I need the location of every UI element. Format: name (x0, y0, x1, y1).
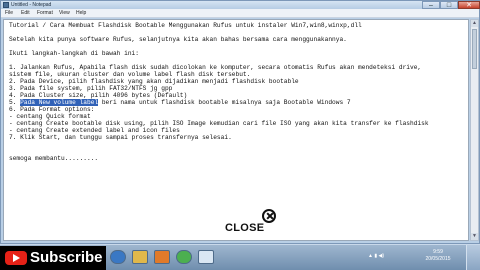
youtube-play-icon[interactable] (5, 251, 27, 265)
text-line: sistem file, ukuran cluster dan volume l… (9, 71, 251, 78)
text-line: 6. Pada Format options: (9, 106, 95, 113)
notepad-app-icon (3, 2, 9, 8)
menu-help[interactable]: Help (76, 9, 86, 18)
subscribe-label[interactable]: Subscribe (30, 249, 103, 267)
text-line-highlighted: 5. Pada New volume label beri nama untuk… (9, 99, 351, 106)
scroll-down-icon[interactable]: ▼ (471, 233, 478, 240)
minimize-button[interactable]: – (422, 1, 440, 9)
menu-edit[interactable]: Edit (21, 9, 30, 18)
window-title: Untitled - Notepad (11, 2, 52, 8)
clock[interactable]: 9:59 20/05/2015 (418, 249, 458, 263)
text-line: 4. Pada Cluster size, pilih 4096 bytes (… (9, 92, 188, 99)
text-line: - centang Create extended label and icon… (9, 127, 180, 134)
line-prefix: 5. (9, 99, 21, 106)
scroll-up-icon[interactable]: ▲ (471, 20, 478, 27)
close-icon[interactable] (262, 209, 276, 223)
menu-view[interactable]: View (59, 9, 70, 18)
media-player-icon[interactable] (154, 250, 170, 264)
title-bar[interactable]: Untitled - Notepad – □ ✕ (1, 1, 480, 9)
text-line: Tutorial / Cara Membuat Flashdisk Bootab… (9, 22, 362, 29)
close-overlay-label[interactable]: CLOSE (225, 222, 264, 234)
maximize-button[interactable]: □ (440, 1, 458, 9)
vertical-scrollbar[interactable]: ▲ ▼ (470, 19, 479, 241)
text-editor[interactable]: Tutorial / Cara Membuat Flashdisk Bootab… (3, 19, 469, 241)
line-suffix: beri nama untuk flashdisk bootable misal… (98, 99, 351, 106)
start-orb-icon[interactable] (110, 250, 126, 264)
text-selection: Pada New volume label (20, 99, 99, 106)
text-line: 2. Pada Device, pilih flashdisk yang aka… (9, 78, 299, 85)
notepad-icon[interactable] (198, 250, 214, 264)
menu-format[interactable]: Format (37, 9, 53, 18)
scroll-thumb[interactable] (472, 29, 477, 69)
text-line: semoga membantu......... (9, 155, 99, 162)
menu-bar: File Edit Format View Help (1, 9, 479, 18)
text-line: Ikuti langkah-langkah di bawah ini: (9, 50, 139, 57)
text-line: - centang Quick format (9, 113, 91, 120)
explorer-icon[interactable] (132, 250, 148, 264)
screen: Untitled - Notepad – □ ✕ File Edit Forma… (0, 0, 480, 270)
text-line: 1. Jalankan Rufus, Apabila flash disk su… (9, 64, 422, 71)
clock-time: 9:59 (433, 249, 443, 255)
text-line: Setelah kita punya software Rufus, selan… (9, 36, 347, 43)
clock-date: 20/05/2015 (425, 256, 451, 262)
chrome-icon[interactable] (176, 250, 192, 264)
show-desktop-button[interactable] (466, 245, 480, 270)
system-tray-icons[interactable]: ▲ ▮ ◀) (368, 253, 384, 259)
close-window-button[interactable]: ✕ (458, 1, 480, 9)
text-line: - centang Create bootable disk using, pi… (9, 120, 429, 127)
notepad-window: Untitled - Notepad – □ ✕ File Edit Forma… (0, 0, 480, 244)
text-line: 3. Pada file system, pilih FAT32/NTFS jg… (9, 85, 173, 92)
text-line: 7. Klik Start, dan tunggu sampai proses … (9, 134, 232, 141)
menu-file[interactable]: File (5, 9, 13, 18)
